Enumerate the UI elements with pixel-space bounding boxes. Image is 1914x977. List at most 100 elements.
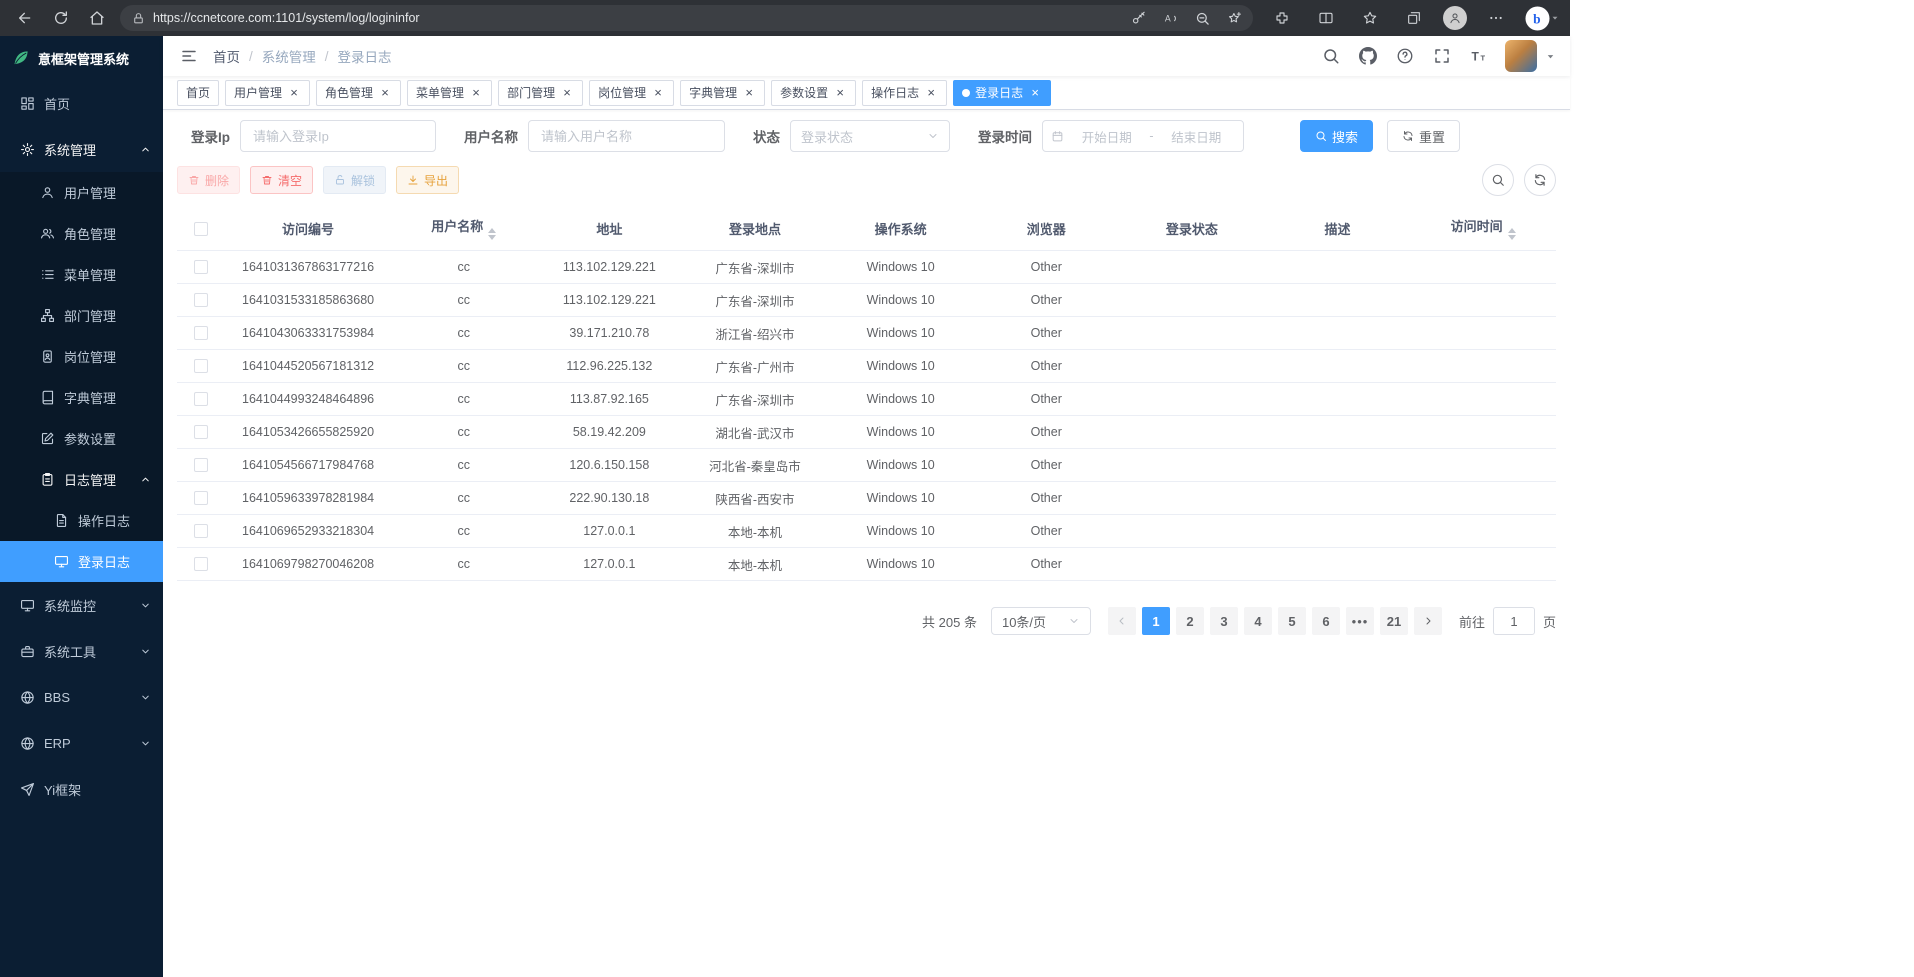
close-icon[interactable]: × — [287, 86, 301, 100]
page-button-1[interactable]: 1 — [1142, 607, 1170, 635]
page-button-2[interactable]: 2 — [1176, 607, 1204, 635]
column-header[interactable]: 访问时间 — [1410, 206, 1556, 251]
tab-7[interactable]: 字典管理× — [680, 80, 765, 106]
page-button-3[interactable]: 3 — [1210, 607, 1238, 635]
sidebar-item-7[interactable]: 岗位管理 — [0, 336, 163, 377]
select-all-checkbox[interactable] — [194, 222, 208, 236]
row-checkbox[interactable] — [194, 458, 208, 472]
delete-button[interactable]: 删除 — [177, 166, 240, 194]
browser-split-screen-button[interactable] — [1311, 4, 1341, 32]
tab-5[interactable]: 部门管理× — [498, 80, 583, 106]
tab-6[interactable]: 岗位管理× — [589, 80, 674, 106]
tab-9[interactable]: 操作日志× — [862, 80, 947, 106]
tab-10[interactable]: 登录日志× — [953, 80, 1051, 106]
prev-page-button[interactable] — [1108, 607, 1136, 635]
export-button[interactable]: 导出 — [396, 166, 459, 194]
sidebar-item-15[interactable]: BBS — [0, 674, 163, 720]
row-checkbox[interactable] — [194, 359, 208, 373]
row-checkbox[interactable] — [194, 326, 208, 340]
row-checkbox[interactable] — [194, 260, 208, 274]
sidebar-item-6[interactable]: 部门管理 — [0, 295, 163, 336]
browser-extensions-button[interactable] — [1267, 4, 1297, 32]
sidebar-item-3[interactable]: 用户管理 — [0, 172, 163, 213]
browser-favorite-add-button[interactable] — [1221, 7, 1247, 29]
sidebar-item-8[interactable]: 字典管理 — [0, 377, 163, 418]
goto-page-input[interactable] — [1493, 607, 1535, 635]
sidebar-item-10[interactable]: 日志管理 — [0, 459, 163, 500]
address-bar[interactable]: https://ccnetcore.com:1101/system/log/lo… — [120, 5, 1253, 31]
page-size-select[interactable]: 10条/页 — [991, 607, 1091, 635]
header-fullscreen-button[interactable] — [1433, 47, 1452, 66]
page-button-•••[interactable]: ••• — [1346, 607, 1374, 635]
close-icon[interactable]: × — [560, 86, 574, 100]
page-button-21[interactable]: 21 — [1380, 607, 1408, 635]
header-search-button[interactable] — [1322, 47, 1341, 66]
page-button-6[interactable]: 6 — [1312, 607, 1340, 635]
sidebar-item-14[interactable]: 系统工具 — [0, 628, 163, 674]
browser-profile-button[interactable] — [1443, 6, 1467, 30]
sidebar-item-4[interactable]: 角色管理 — [0, 213, 163, 254]
sidebar-item-12[interactable]: 登录日志 — [0, 541, 163, 582]
browser-collections-button[interactable] — [1399, 4, 1429, 32]
header-github-button[interactable] — [1359, 47, 1378, 66]
column-header[interactable]: 用户名称 — [391, 206, 537, 251]
page-button-5[interactable]: 5 — [1278, 607, 1306, 635]
browser-key-button[interactable] — [1125, 7, 1151, 29]
close-icon[interactable]: × — [1028, 86, 1042, 100]
browser-favorites-bar-button[interactable] — [1355, 4, 1385, 32]
header-question-button[interactable] — [1396, 47, 1415, 66]
user-avatar[interactable] — [1505, 40, 1537, 72]
toggle-search-button[interactable] — [1482, 164, 1514, 196]
browser-read-aloud-button[interactable]: A — [1157, 7, 1183, 29]
close-icon[interactable]: × — [924, 86, 938, 100]
login-ip-input[interactable] — [240, 120, 436, 152]
sidebar-item-9[interactable]: 参数设置 — [0, 418, 163, 459]
close-icon[interactable]: × — [833, 86, 847, 100]
sidebar-item-13[interactable]: 系统监控 — [0, 582, 163, 628]
status-select[interactable]: 登录状态 — [790, 120, 950, 152]
unlock-button[interactable]: 解锁 — [323, 166, 386, 194]
tab-2[interactable]: 用户管理× — [225, 80, 310, 106]
tab-4[interactable]: 菜单管理× — [407, 80, 492, 106]
caret-down-icon[interactable] — [1550, 13, 1560, 23]
row-checkbox[interactable] — [194, 425, 208, 439]
browser-more-button[interactable] — [1481, 4, 1511, 32]
reset-button[interactable]: 重置 — [1387, 120, 1460, 152]
row-checkbox[interactable] — [194, 524, 208, 538]
close-icon[interactable]: × — [378, 86, 392, 100]
row-checkbox[interactable] — [194, 557, 208, 571]
sidebar-item-1[interactable]: 首页 — [0, 80, 163, 126]
clear-button[interactable]: 清空 — [250, 166, 313, 194]
sort-caret-icon[interactable] — [1508, 228, 1516, 240]
username-input[interactable] — [528, 120, 725, 152]
browser-zoom-out-button[interactable] — [1189, 7, 1215, 29]
sidebar-item-2[interactable]: 系统管理 — [0, 126, 163, 172]
close-icon[interactable]: × — [742, 86, 756, 100]
sidebar-item-5[interactable]: 菜单管理 — [0, 254, 163, 295]
tab-8[interactable]: 参数设置× — [771, 80, 856, 106]
search-button[interactable]: 搜索 — [1300, 120, 1373, 152]
breadcrumb-item[interactable]: 系统管理 — [262, 46, 316, 66]
close-icon[interactable]: × — [469, 86, 483, 100]
sidebar-item-17[interactable]: Yi框架 — [0, 766, 163, 812]
browser-back-button[interactable] — [10, 4, 40, 32]
tab-1[interactable]: 首页 — [177, 80, 219, 106]
row-checkbox[interactable] — [194, 392, 208, 406]
refresh-table-button[interactable] — [1524, 164, 1556, 196]
next-page-button[interactable] — [1414, 607, 1442, 635]
login-time-range-picker[interactable]: 开始日期 - 结束日期 — [1042, 120, 1244, 152]
row-checkbox[interactable] — [194, 491, 208, 505]
caret-down-icon[interactable] — [1545, 51, 1556, 62]
close-icon[interactable]: × — [651, 86, 665, 100]
sort-caret-icon[interactable] — [488, 228, 496, 240]
browser-copilot-button[interactable]: b — [1525, 6, 1550, 31]
app-logo[interactable]: 意框架管理系统 — [0, 36, 163, 80]
page-button-4[interactable]: 4 — [1244, 607, 1272, 635]
header-font-size-button[interactable]: TT — [1470, 47, 1489, 66]
sidebar-toggle-button[interactable] — [177, 44, 201, 68]
browser-reload-button[interactable] — [46, 4, 76, 32]
sidebar-item-16[interactable]: ERP — [0, 720, 163, 766]
browser-home-button[interactable] — [82, 4, 112, 32]
row-checkbox[interactable] — [194, 293, 208, 307]
tab-3[interactable]: 角色管理× — [316, 80, 401, 106]
